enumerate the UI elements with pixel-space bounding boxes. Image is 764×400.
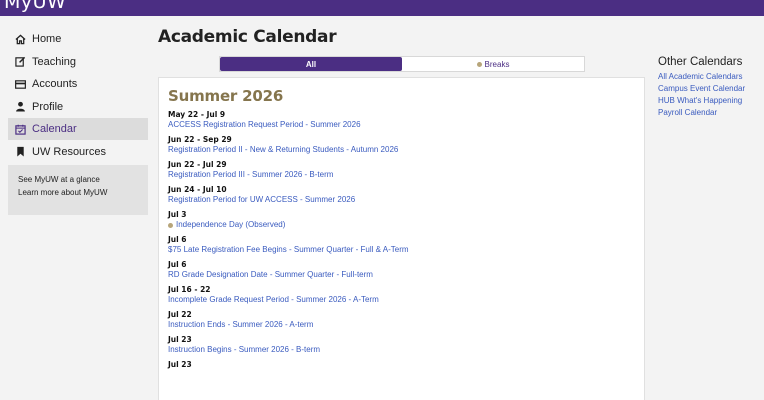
event-link[interactable]: Registration Period III - Summer 2026 - … (168, 170, 635, 181)
break-dot-icon (168, 222, 173, 228)
sidebar-item-profile[interactable]: Profile (8, 96, 148, 118)
user-icon (14, 101, 26, 113)
sidebar-info-box: See MyUW at a glance Learn more about My… (8, 164, 148, 215)
list-item: Jul 22 Instruction Ends - Summer 2026 - … (168, 310, 635, 331)
event-date: Jul 23 (168, 335, 192, 344)
sidebar-item-label: Calendar (32, 123, 77, 135)
event-date: Jul 3 (168, 210, 187, 219)
event-date: Jul 6 (168, 260, 187, 269)
list-item: Jul 23 (168, 360, 635, 370)
sidebar-item-calendar[interactable]: Calendar (8, 118, 148, 140)
season-heading: Summer 2026 (168, 87, 284, 105)
event-link[interactable]: RD Grade Designation Date - Summer Quart… (168, 270, 635, 281)
event-date: Jul 23 (168, 360, 192, 369)
edit-icon (14, 56, 26, 68)
sidebar-item-label: Home (32, 33, 62, 45)
sidebar-item-home[interactable]: Home (8, 28, 148, 50)
list-item: May 22 - Jul 9 ACCESS Registration Reque… (168, 110, 635, 131)
list-item: Jul 23 Instruction Begins - Summer 2026 … (168, 335, 635, 356)
sidebar: Home Teaching Accounts Profile Calendar … (8, 28, 148, 215)
event-link[interactable]: $75 Late Registration Fee Begins - Summe… (168, 245, 635, 256)
sidebar-item-uw-resources[interactable]: UW Resources (8, 141, 148, 163)
event-date: Jul 16 - 22 (168, 285, 211, 294)
calendar-filter-tabs: All Breaks (219, 56, 585, 72)
payroll-calendar-link[interactable]: Payroll Calendar (658, 107, 764, 119)
event-date: Jul 6 (168, 235, 187, 244)
event-link[interactable]: Incomplete Grade Request Period - Summer… (168, 295, 635, 306)
event-date: Jun 24 - Jul 10 (168, 185, 227, 194)
calendar-check-icon (14, 123, 26, 135)
sidebar-item-accounts[interactable]: Accounts (8, 73, 148, 95)
list-item: Jun 24 - Jul 10 Registration Period for … (168, 185, 635, 206)
other-calendars-title: Other Calendars (658, 56, 743, 68)
calendar-card: Summer 2026 May 22 - Jul 9 ACCESS Regist… (158, 77, 645, 400)
event-date: Jun 22 - Sep 29 (168, 135, 232, 144)
sidebar-item-teaching[interactable]: Teaching (8, 51, 148, 73)
bookmark-icon (14, 146, 26, 158)
event-date: Jun 22 - Jul 29 (168, 160, 227, 169)
all-academic-calendars-link[interactable]: All Academic Calendars (658, 71, 764, 83)
list-item: Jul 6 RD Grade Designation Date - Summer… (168, 260, 635, 281)
tab-breaks-label: Breaks (484, 59, 510, 69)
event-date: Jul 22 (168, 310, 192, 319)
hub-whats-happening-link[interactable]: HUB What's Happening (658, 95, 764, 107)
tab-breaks[interactable]: Breaks (402, 57, 584, 71)
campus-event-calendar-link[interactable]: Campus Event Calendar (658, 83, 764, 95)
list-item: Jun 22 - Sep 29 Registration Period II -… (168, 135, 635, 156)
sidebar-item-label: UW Resources (32, 145, 106, 158)
event-link[interactable]: ACCESS Registration Request Period - Sum… (168, 120, 635, 131)
event-link[interactable]: Registration Period for UW ACCESS - Summ… (168, 195, 635, 206)
sidebar-item-label: Profile (32, 100, 64, 113)
event-date: May 22 - Jul 9 (168, 110, 226, 119)
event-link[interactable]: Registration Period II - New & Returning… (168, 145, 635, 156)
learn-more-link[interactable]: Learn more about MyUW (18, 186, 142, 199)
app-brand[interactable]: MyUW (4, 0, 66, 13)
tab-all[interactable]: All (220, 57, 402, 71)
break-dot-icon (476, 61, 482, 67)
list-item: Jul 6 $75 Late Registration Fee Begins -… (168, 235, 635, 256)
event-link[interactable]: Independence Day (Observed) (168, 220, 635, 231)
credit-card-icon (14, 78, 26, 90)
event-link-label: Independence Day (Observed) (176, 220, 286, 229)
sidebar-item-label: Teaching (32, 55, 77, 68)
other-calendars: Other Calendars All Academic Calendars C… (658, 56, 764, 119)
sidebar-item-label: Accounts (32, 78, 78, 90)
event-link[interactable]: Instruction Ends - Summer 2026 - A-term (168, 320, 635, 331)
tab-all-label: All (305, 59, 317, 69)
list-item: Jul 3 Independence Day (Observed) (168, 210, 635, 231)
list-item: Jul 16 - 22 Incomplete Grade Request Per… (168, 285, 635, 306)
top-header: MyUW (0, 0, 764, 16)
see-myuw-link[interactable]: See MyUW at a glance (18, 173, 142, 186)
list-item: Jun 22 - Jul 29 Registration Period III … (168, 160, 635, 181)
page-title: Academic Calendar (158, 27, 337, 47)
event-link[interactable]: Instruction Begins - Summer 2026 - B-ter… (168, 345, 635, 356)
home-icon (14, 33, 26, 45)
